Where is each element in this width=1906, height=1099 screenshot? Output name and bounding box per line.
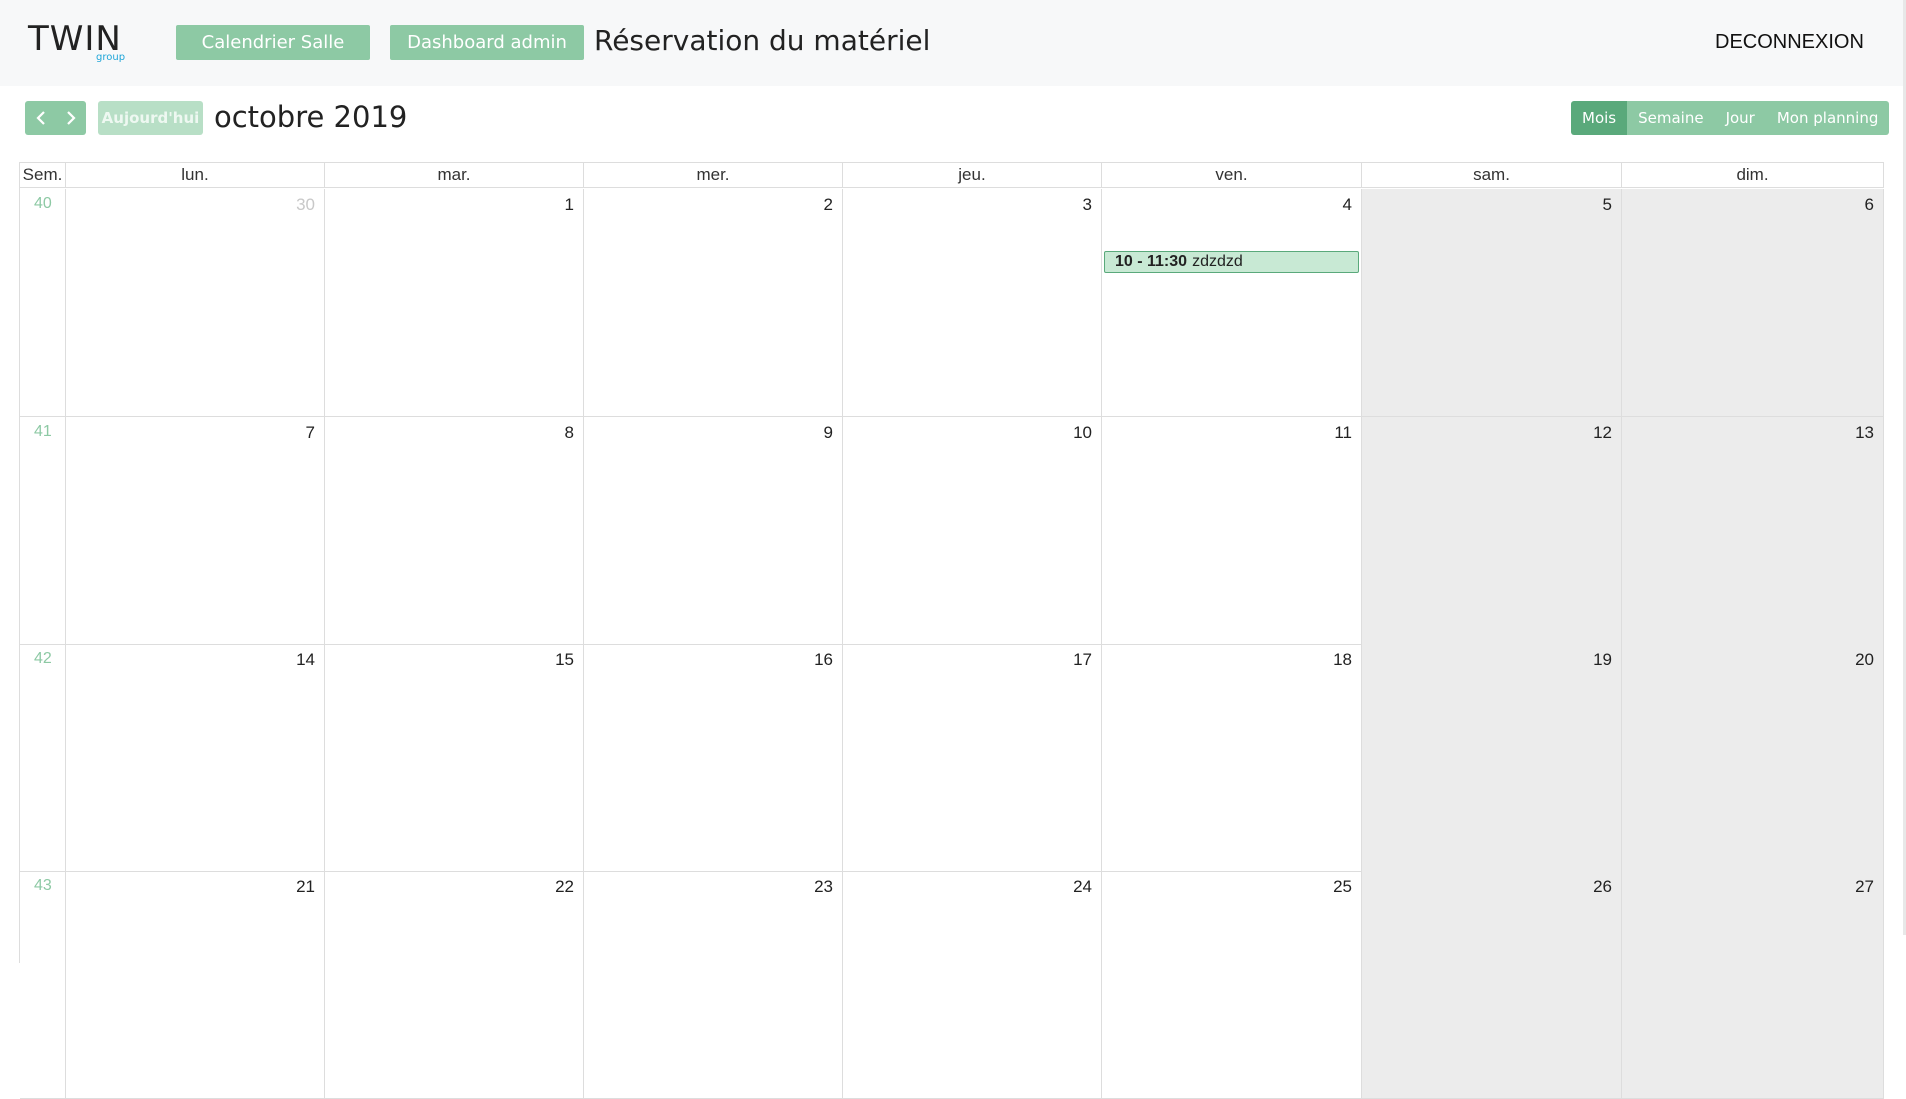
day-header: mar. [325, 163, 584, 188]
day-number[interactable]: 13 [1855, 423, 1874, 443]
day-number[interactable]: 10 [1073, 423, 1092, 443]
day-number[interactable]: 14 [296, 650, 315, 670]
week-number[interactable]: 42 [34, 650, 52, 668]
day-number[interactable]: 26 [1593, 877, 1612, 897]
day-cell[interactable]: 2 [584, 189, 843, 417]
day-cell[interactable]: 6 [1622, 189, 1884, 417]
day-cell[interactable]: 8 [325, 417, 584, 645]
day-header: ven. [1102, 163, 1362, 188]
view-week-button[interactable]: Semaine [1627, 101, 1715, 135]
day-cell[interactable]: 24 [843, 871, 1102, 1099]
view-switcher: Mois Semaine Jour Mon planning [1571, 101, 1890, 135]
week-number-cell: 42 [20, 644, 66, 872]
week-number[interactable]: 43 [34, 877, 52, 895]
day-cell[interactable]: 27 [1622, 871, 1884, 1099]
day-cell[interactable]: 12 [1362, 417, 1622, 645]
day-number[interactable]: 15 [555, 650, 574, 670]
week-number-cell: 40 [20, 189, 66, 417]
day-cell[interactable]: 16 [584, 644, 843, 872]
day-cell[interactable]: 21 [66, 871, 325, 1099]
day-cell[interactable]: 18 [1102, 644, 1362, 872]
day-cell[interactable]: 4 10 - 11:30 zdzdzd [1102, 189, 1362, 417]
day-number[interactable]: 1 [565, 195, 574, 215]
day-cell[interactable]: 15 [325, 644, 584, 872]
day-number[interactable]: 3 [1083, 195, 1092, 215]
logo-subtext: group [96, 52, 126, 63]
day-header: sam. [1362, 163, 1622, 188]
day-number[interactable]: 30 [296, 195, 315, 215]
day-number[interactable]: 8 [565, 423, 574, 443]
day-number[interactable]: 24 [1073, 877, 1092, 897]
day-number[interactable]: 27 [1855, 877, 1874, 897]
day-header: dim. [1622, 163, 1884, 188]
day-cell[interactable]: 19 [1362, 644, 1622, 872]
day-header: mer. [584, 163, 843, 188]
day-number[interactable]: 6 [1865, 195, 1874, 215]
day-cell[interactable]: 9 [584, 417, 843, 645]
view-month-button[interactable]: Mois [1571, 101, 1628, 135]
day-number[interactable]: 25 [1333, 877, 1352, 897]
day-number[interactable]: 11 [1334, 423, 1352, 443]
day-number[interactable]: 16 [814, 650, 833, 670]
day-number[interactable]: 23 [814, 877, 833, 897]
logo-text: TWIN [28, 19, 122, 59]
day-number[interactable]: 7 [306, 423, 315, 443]
week-number-cell: 41 [20, 417, 66, 645]
prev-month-button[interactable] [26, 101, 56, 135]
day-cell[interactable]: 3 [843, 189, 1102, 417]
today-button[interactable]: Aujourd'hui [98, 101, 203, 135]
view-day-button[interactable]: Jour [1714, 101, 1766, 135]
calendar-event[interactable]: 10 - 11:30 zdzdzd [1104, 251, 1359, 273]
top-bar: TWIN group Calendrier Salle Dashboard ad… [0, 0, 1906, 86]
day-cell[interactable]: 11 [1102, 417, 1362, 645]
day-number[interactable]: 20 [1855, 650, 1874, 670]
day-number[interactable]: 4 [1343, 195, 1352, 215]
month-grid: Sem. lun. mar. mer. jeu. ven. sam. dim. … [19, 162, 1884, 1099]
calendar-title: octobre 2019 [214, 100, 408, 134]
day-cell[interactable]: 10 [843, 417, 1102, 645]
day-cell[interactable]: 30 [66, 189, 325, 417]
day-number[interactable]: 12 [1593, 423, 1612, 443]
day-cell[interactable]: 23 [584, 871, 843, 1099]
admin-dashboard-button[interactable]: Dashboard admin [390, 25, 584, 60]
day-cell[interactable]: 26 [1362, 871, 1622, 1099]
week-number[interactable]: 40 [34, 195, 52, 213]
day-number[interactable]: 19 [1593, 650, 1612, 670]
day-cell[interactable]: 14 [66, 644, 325, 872]
chevron-right-icon [66, 111, 76, 125]
page-title: Réservation du matériel [594, 24, 931, 57]
day-number[interactable]: 17 [1073, 650, 1092, 670]
day-cell[interactable]: 7 [66, 417, 325, 645]
day-number[interactable]: 18 [1333, 650, 1352, 670]
day-cell[interactable]: 20 [1622, 644, 1884, 872]
day-cell[interactable]: 22 [325, 871, 584, 1099]
day-cell[interactable]: 5 [1362, 189, 1622, 417]
day-number[interactable]: 22 [555, 877, 574, 897]
chevron-left-icon [35, 111, 45, 125]
day-number[interactable]: 2 [824, 195, 833, 215]
prev-next-group [25, 101, 86, 135]
week-number-cell: 43 [20, 871, 66, 1099]
room-calendar-button[interactable]: Calendrier Salle [176, 25, 370, 60]
day-cell[interactable]: 17 [843, 644, 1102, 872]
next-month-button[interactable] [56, 101, 86, 135]
day-header: jeu. [843, 163, 1102, 188]
day-header: lun. [66, 163, 325, 188]
day-cell[interactable]: 25 [1102, 871, 1362, 1099]
event-time: 10 - 11:30 [1115, 253, 1188, 270]
twin-logo[interactable]: TWIN group [28, 22, 138, 64]
view-my-planning-button[interactable]: Mon planning [1765, 101, 1890, 135]
week-column-header: Sem. [20, 163, 66, 188]
week-number[interactable]: 41 [34, 423, 52, 441]
day-cell[interactable]: 1 [325, 189, 584, 417]
day-number[interactable]: 5 [1603, 195, 1612, 215]
logout-link[interactable]: DECONNEXION [1715, 31, 1906, 54]
day-number[interactable]: 9 [824, 423, 833, 443]
day-cell[interactable]: 13 [1622, 417, 1884, 645]
event-title: zdzdzd [1192, 253, 1243, 270]
day-number[interactable]: 21 [296, 877, 315, 897]
